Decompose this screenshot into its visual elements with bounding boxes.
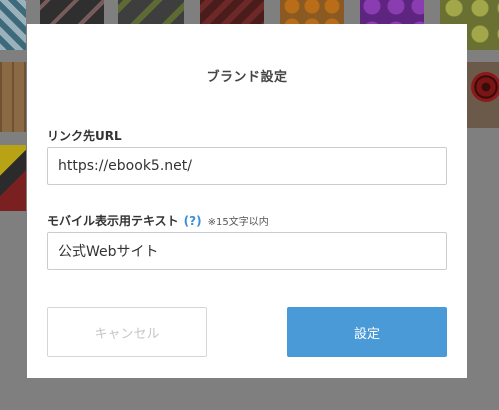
help-link[interactable]: (?) xyxy=(184,214,202,228)
cancel-button[interactable]: キャンセル xyxy=(47,307,207,357)
ok-button[interactable]: 設定 xyxy=(287,307,447,357)
background-thumbnail xyxy=(0,145,26,211)
link-url-label: リンク先URL xyxy=(47,129,122,143)
background-thumbnail xyxy=(0,62,26,132)
rose-image xyxy=(471,72,499,102)
mobile-text-label-row: モバイル表示用テキスト (?) ※15文字以内 xyxy=(47,212,269,229)
mobile-text-label: モバイル表示用テキスト xyxy=(47,214,179,228)
background-thumbnail xyxy=(0,0,26,50)
background-thumbnail xyxy=(467,130,499,210)
mobile-text-hint: ※15文字以内 xyxy=(207,217,269,228)
link-url-input[interactable] xyxy=(47,147,447,185)
brand-settings-dialog: ブランド設定 リンク先URL モバイル表示用テキスト (?) ※15文字以内 キャン… xyxy=(27,24,467,378)
dialog-title: ブランド設定 xyxy=(206,70,288,85)
background-thumbnail xyxy=(467,62,499,128)
mobile-text-input[interactable] xyxy=(47,232,447,270)
